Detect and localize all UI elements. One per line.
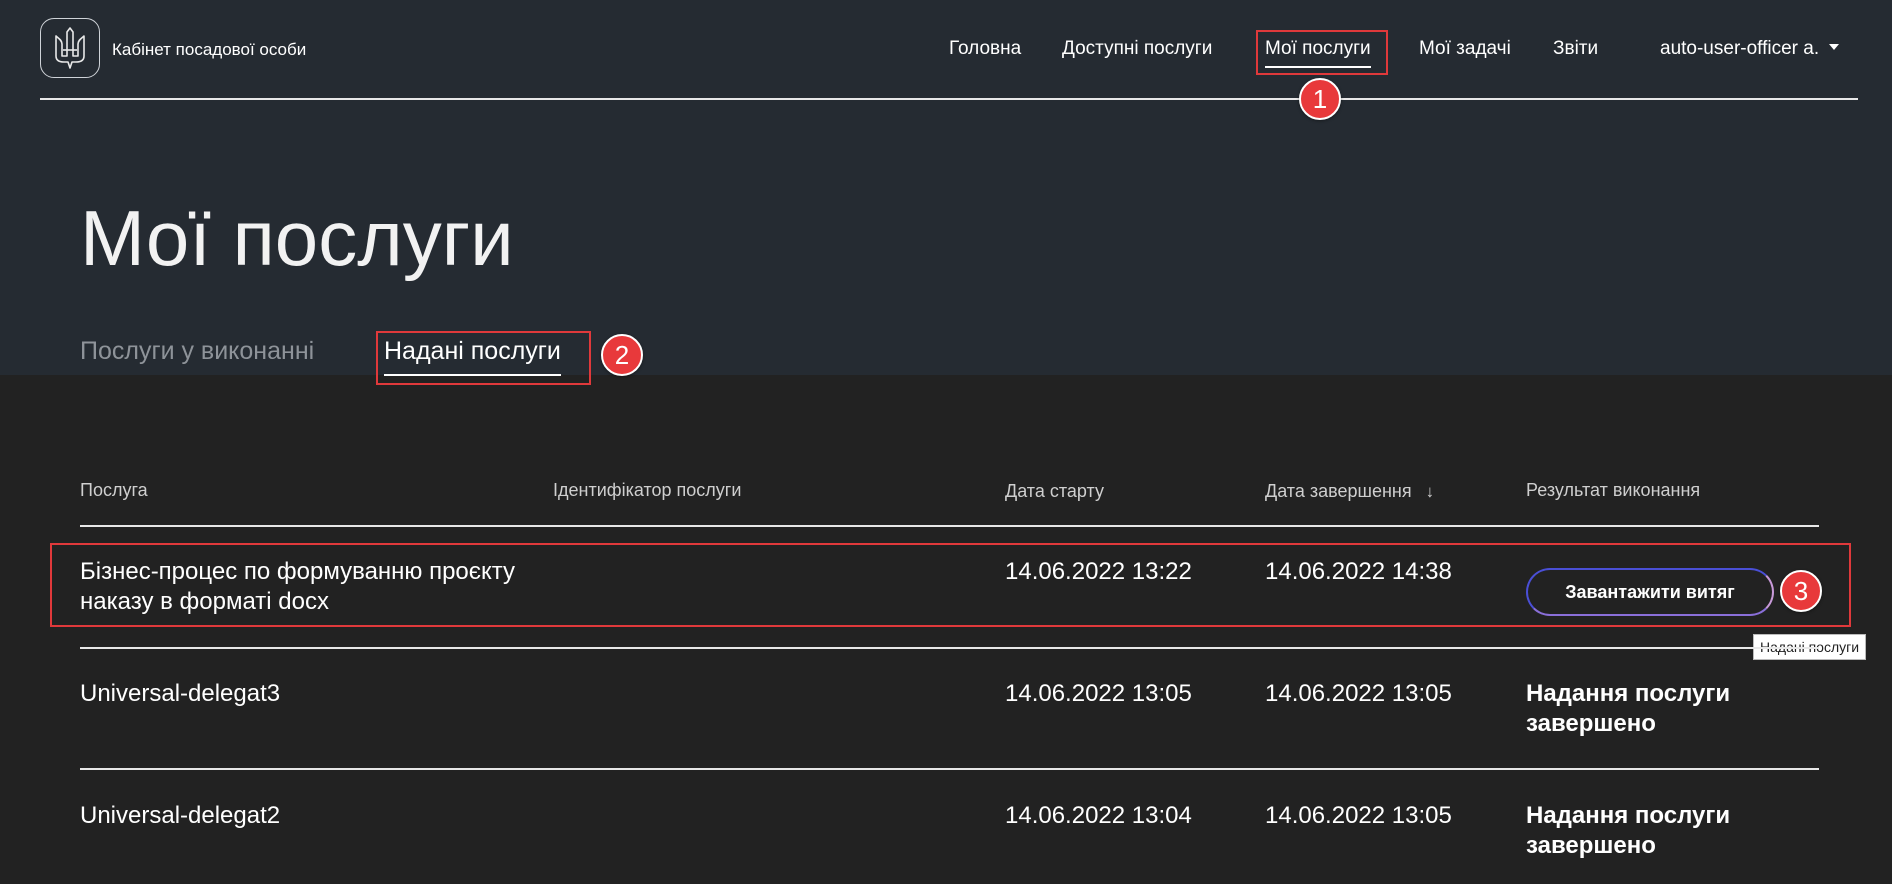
row-3-result: Надання послуги завершено <box>1526 802 1731 859</box>
row-2-start-date: 14.06.2022 13:05 <box>1005 680 1192 707</box>
nav-my-tasks[interactable]: Мої задачі <box>1419 38 1511 60</box>
column-header-end-date-label: Дата завершення <box>1265 481 1412 501</box>
tab-services-in-progress[interactable]: Послуги у виконанні <box>80 337 314 366</box>
page-title: Мої послуги <box>80 194 514 282</box>
nav-reports[interactable]: Звіти <box>1553 38 1598 60</box>
header: Кабінет посадової особи Головна Доступні… <box>40 18 1858 100</box>
table-header-divider <box>80 525 1819 527</box>
row-2-service: Universal-delegat3 <box>80 680 281 707</box>
column-header-service: Послуга <box>80 480 148 500</box>
column-header-service-id: Ідентифікатор послуги <box>553 480 742 500</box>
user-name: auto-user-officer a. <box>1660 38 1820 59</box>
nav-available-services[interactable]: Доступні послуги <box>1062 38 1212 60</box>
highlight-box-3 <box>50 543 1851 627</box>
nav-home[interactable]: Головна <box>949 38 1021 60</box>
row-divider <box>80 647 1819 649</box>
annotation-badge-2: 2 <box>601 334 643 376</box>
highlight-box-2 <box>376 331 591 385</box>
row-3-start-date: 14.06.2022 13:04 <box>1005 802 1192 829</box>
user-menu[interactable]: auto-user-officer a. <box>1660 38 1840 60</box>
trident-logo-icon[interactable] <box>40 18 100 78</box>
row-3-service: Universal-delegat2 <box>80 802 281 829</box>
row-2-result: Надання послуги завершено <box>1526 680 1731 737</box>
column-header-start-date: Дата старту <box>1005 481 1104 501</box>
row-2-end-date: 14.06.2022 13:05 <box>1265 680 1452 707</box>
caret-down-icon <box>1829 43 1840 50</box>
row-3-end-date: 14.06.2022 13:05 <box>1265 802 1452 829</box>
annotation-badge-3: 3 <box>1780 570 1822 612</box>
column-header-end-date[interactable]: Дата завершення ↓ <box>1265 481 1434 502</box>
column-header-result: Результат виконання <box>1526 480 1701 500</box>
sort-down-icon[interactable]: ↓ <box>1426 482 1435 502</box>
highlight-box-1 <box>1256 30 1388 75</box>
brand-title: Кабінет посадової особи <box>112 40 307 59</box>
row-divider <box>80 768 1819 770</box>
annotation-badge-1: 1 <box>1299 78 1341 120</box>
